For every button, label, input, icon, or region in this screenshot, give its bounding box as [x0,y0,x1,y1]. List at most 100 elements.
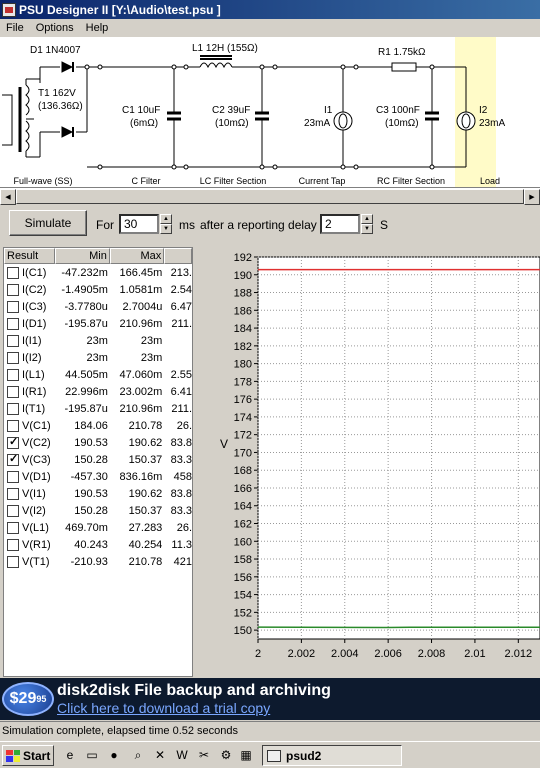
spin-down-icon[interactable]: ▼ [361,224,373,234]
spin-down-icon[interactable]: ▼ [160,224,172,234]
scroll-left-button[interactable]: ◀ [0,189,16,205]
table-row[interactable]: V(T1) -210.93 210.78 421 [4,553,192,570]
table-row[interactable]: I(L1) 44.505m 47.060m 2.55 [4,366,192,383]
result-max: 150.37 [128,453,163,466]
menu-file[interactable]: File [0,22,30,34]
media-icon[interactable]: ✂ [196,747,212,763]
plot-panel[interactable]: 192 190 188 186 184 182 180 178 176 174 172 170 168 1… [196,247,540,677]
results-table[interactable]: Result Min Max I(C1) -47.232m 166.45m 213. I… [3,247,193,677]
section-current-tap[interactable]: Current Tap [299,176,346,186]
col-result[interactable]: Result [4,248,56,264]
table-row[interactable]: I(R1) 22.996m 23.002m 6.41 [4,383,192,400]
table-row[interactable]: I(I2) 23m 23m [4,349,192,366]
table-row[interactable]: I(C1) -47.232m 166.45m 213. [4,264,192,281]
ad-banner[interactable]: $29 95 disk2disk File backup and archivin… [0,678,540,720]
result-name-cell: V(C1) [4,419,55,432]
circuit-schematic[interactable]: D1 1N4007 L1 12H (155Ω) R1 1.75kΩ T1 162… [0,37,540,188]
series-checkbox[interactable] [7,487,19,500]
gear-icon[interactable]: ⚙ [218,747,234,763]
result-extra: 2.55 [170,368,192,381]
table-row[interactable]: I(T1) -195.87u 210.96m 211. [4,400,192,417]
menu-options[interactable]: Options [30,22,80,34]
section-load[interactable]: Load [480,176,500,186]
taskbar-item-psud2[interactable]: psud2 [262,745,402,766]
series-checkbox[interactable] [7,521,19,534]
series-checkbox[interactable] [7,300,19,313]
series-checkbox[interactable] [7,402,19,415]
ad-link[interactable]: Click here to download a trial copy [57,700,270,716]
status-bar: Simulation complete, elapsed time 0.52 s… [0,721,540,741]
result-max: 1.0581m [119,283,163,296]
result-max: 190.62 [128,487,163,500]
table-row[interactable]: V(I1) 190.53 190.62 83.8 [4,485,192,502]
table-row[interactable]: V(C2) 190.53 190.62 83.8 [4,434,192,451]
delay-spinner[interactable]: ▲ ▼ [361,214,373,234]
scroll-right-button[interactable]: ▶ [524,189,540,205]
series-checkbox[interactable] [7,351,19,364]
table-row[interactable]: V(I2) 150.28 150.37 83.3 [4,502,192,519]
section-fullwave[interactable]: Full-wave (SS) [13,176,72,186]
title-bar[interactable]: PSU Designer II [Y:\Audio\test.psu ] [0,0,540,19]
series-checkbox[interactable] [7,555,19,568]
x-tick-label: 2.002 [288,648,316,660]
result-name-cell: V(R1) [4,538,55,551]
table-row[interactable]: I(C2) -1.4905m 1.0581m 2.54 [4,281,192,298]
delay-input[interactable]: 2 [320,214,360,234]
series-checkbox[interactable] [7,317,19,330]
result-max: 27.283 [128,521,163,534]
result-max: 23m [140,334,163,347]
ie-icon[interactable]: e [62,747,78,763]
calculator-icon[interactable]: ▦ [238,747,254,763]
folder-icon[interactable]: ▭ [84,747,100,763]
menu-help[interactable]: Help [80,22,115,34]
result-extra: 83.8 [170,436,192,449]
series-checkbox[interactable] [7,470,19,483]
start-button[interactable]: Start [2,745,54,766]
firefox-icon[interactable]: ● [106,747,122,763]
result-min: 40.243 [74,538,108,551]
series-checkbox[interactable] [7,504,19,517]
table-row[interactable]: I(C3) -3.7780u 2.7004u 6.47 [4,298,192,315]
results-header: Result Min Max [4,248,192,264]
ad-headline: disk2disk File backup and archiving [57,682,331,699]
voltage-chart[interactable]: 192 190 188 186 184 182 180 178 176 174 172 170 168 1… [196,247,540,677]
table-row[interactable]: V(L1) 469.70m 27.283 26. [4,519,192,536]
spin-up-icon[interactable]: ▲ [160,214,172,224]
search-icon[interactable]: ⌕ [130,747,146,763]
table-row[interactable]: I(I1) 23m 23m [4,332,192,349]
table-row[interactable]: V(R1) 40.243 40.254 11.3 [4,536,192,553]
ms-label: ms [179,218,195,232]
series-checkbox[interactable] [7,435,19,449]
duration-spinner[interactable]: ▲ ▼ [160,214,172,234]
duration-input[interactable]: 30 [119,214,159,234]
col-extra[interactable] [164,248,192,264]
table-row[interactable]: V(D1) -457.30 836.16m 458 [4,468,192,485]
series-checkbox[interactable] [7,283,19,296]
section-rc-filter[interactable]: RC Filter Section [377,176,445,186]
table-row[interactable]: V(C1) 184.06 210.78 26. [4,417,192,434]
series-checkbox[interactable] [7,419,19,432]
result-name-cell: I(R1) [4,385,55,398]
col-min[interactable]: Min [55,248,110,264]
schematic-hscrollbar[interactable]: ◀ ▶ [0,188,540,205]
series-checkbox[interactable] [7,368,19,381]
series-checkbox[interactable] [7,334,19,347]
simulate-button[interactable]: Simulate [9,210,87,236]
spin-up-icon[interactable]: ▲ [361,214,373,224]
label-c2-esr: (10mΩ) [215,118,249,129]
result-name: I(D1) [22,317,47,330]
excel-icon[interactable]: ✕ [152,747,168,763]
series-checkbox[interactable] [7,266,19,279]
table-row[interactable]: V(C3) 150.28 150.37 83.3 [4,451,192,468]
col-max[interactable]: Max [109,248,165,264]
section-lc-filter[interactable]: LC Filter Section [200,176,267,186]
series-checkbox[interactable] [7,452,19,466]
series-checkbox[interactable] [7,538,19,551]
word-icon[interactable]: W [174,747,190,763]
scroll-thumb[interactable] [16,189,524,204]
section-c-filter[interactable]: C Filter [132,176,161,186]
series-checkbox[interactable] [7,385,19,398]
table-row[interactable]: I(D1) -195.87u 210.96m 211. [4,315,192,332]
result-min: -47.232m [61,266,108,279]
result-min: 190.53 [74,436,108,449]
